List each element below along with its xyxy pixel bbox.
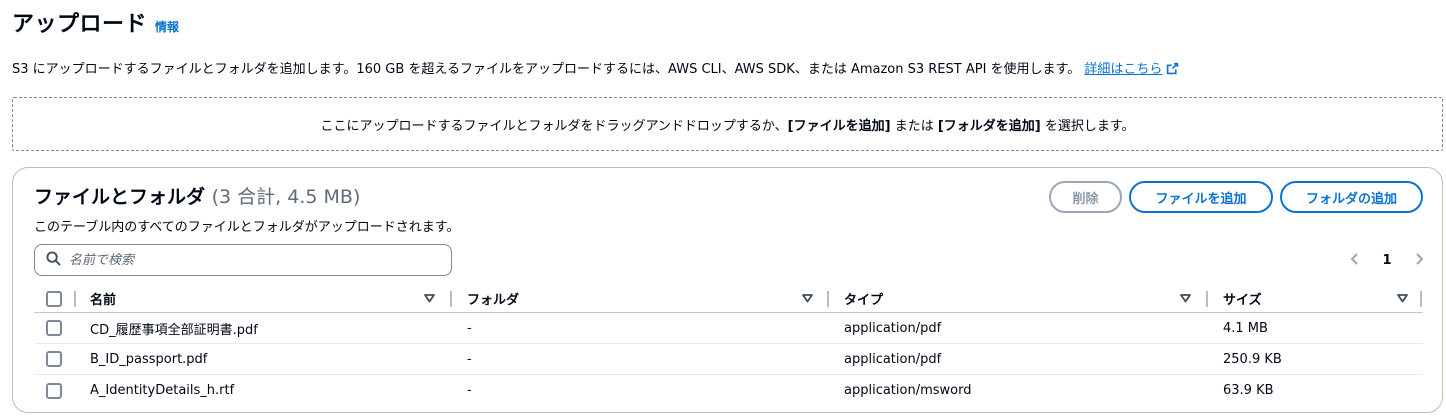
row-checkbox-cell	[46, 344, 64, 374]
sort-type-icon[interactable]	[1180, 285, 1191, 312]
column-separator[interactable]	[827, 291, 829, 307]
panel-title-text: ファイルとフォルダ	[34, 186, 206, 208]
column-separator[interactable]	[450, 291, 452, 307]
select-all-cell	[46, 285, 64, 312]
column-separator[interactable]	[1206, 291, 1208, 307]
row-checkbox-cell	[46, 375, 64, 406]
next-page-icon[interactable]	[1413, 251, 1425, 270]
file-size: 4.1 MB	[1223, 320, 1268, 336]
learn-more-label: 詳細はこちら	[1084, 62, 1163, 77]
page-header: アップロード 情報	[12, 6, 179, 38]
file-type: application/pdf	[844, 320, 942, 336]
file-type: application/pdf	[844, 351, 942, 367]
delete-button[interactable]: 削除	[1049, 181, 1122, 213]
add-files-button[interactable]: ファイルを追加	[1129, 181, 1273, 213]
column-separator[interactable]	[1420, 291, 1422, 307]
info-link[interactable]: 情報	[155, 18, 179, 35]
files-table: 名前 フォルダ タイプ サイズ CD_履歴事項全部証明書.pdf - appli…	[34, 285, 1423, 406]
dropzone-text-prefix: ここにアップロードするファイルとフォルダをドラッグアンドドロップするか、	[320, 118, 788, 134]
panel-subtitle: このテーブル内のすべてのファイルとフォルダがアップロードされます。	[34, 220, 460, 235]
file-size: 63.9 KB	[1223, 383, 1274, 398]
table-row[interactable]: CD_履歴事項全部証明書.pdf - application/pdf 4.1 M…	[34, 313, 1423, 344]
file-name: B_ID_passport.pdf	[90, 351, 208, 367]
pagination: 1	[1349, 250, 1425, 270]
search-field[interactable]	[34, 244, 452, 276]
learn-more-link[interactable]: 詳細はこちら	[1084, 62, 1179, 77]
file-folder: -	[467, 351, 472, 367]
search-input[interactable]	[69, 252, 429, 268]
row-checkbox[interactable]	[46, 382, 62, 399]
file-folder: -	[467, 383, 472, 398]
files-folders-panel: ファイルとフォルダ (3 合計, 4.5 MB) このテーブル内のすべてのファイ…	[12, 167, 1443, 413]
panel-title: ファイルとフォルダ (3 合計, 4.5 MB)	[34, 182, 360, 209]
sort-folder-icon[interactable]	[802, 285, 813, 312]
column-header-folder[interactable]: フォルダ	[467, 285, 519, 312]
file-folder: -	[467, 320, 472, 336]
column-header-name[interactable]: 名前	[90, 285, 116, 312]
dropzone-add-files: [ファイルを追加]	[787, 118, 891, 134]
file-size: 250.9 KB	[1223, 351, 1282, 367]
column-header-size[interactable]: サイズ	[1223, 285, 1262, 312]
file-name: A_IdentityDetails_h.rtf	[90, 383, 235, 398]
previous-page-icon[interactable]	[1349, 251, 1361, 270]
search-icon	[46, 250, 61, 270]
dropzone-text-suffix: を選択します。	[1040, 118, 1135, 134]
add-folder-button[interactable]: フォルダの追加	[1280, 181, 1423, 213]
external-link-icon	[1166, 62, 1179, 79]
dropzone-add-folder: [フォルダを追加]	[937, 118, 1041, 134]
current-page-number[interactable]: 1	[1382, 253, 1391, 268]
table-header-row: 名前 フォルダ タイプ サイズ	[34, 285, 1423, 313]
description-text: S3 にアップロードするファイルとフォルダを追加します。160 GB を超えるフ…	[12, 62, 1081, 77]
table-row[interactable]: A_IdentityDetails_h.rtf - application/ms…	[34, 375, 1423, 406]
row-checkbox[interactable]	[46, 351, 62, 367]
select-all-checkbox[interactable]	[46, 290, 62, 307]
table-row[interactable]: B_ID_passport.pdf - application/pdf 250.…	[34, 344, 1423, 375]
panel-count: (3 合計, 4.5 MB)	[211, 186, 361, 208]
row-checkbox-cell	[46, 313, 64, 343]
sort-size-icon[interactable]	[1397, 285, 1408, 312]
sort-name-icon[interactable]	[424, 285, 435, 312]
dropzone-text-middle: または	[890, 118, 938, 134]
column-header-type[interactable]: タイプ	[844, 285, 883, 312]
column-separator	[74, 291, 76, 307]
upload-description: S3 にアップロードするファイルとフォルダを追加します。160 GB を超えるフ…	[12, 58, 1179, 79]
row-checkbox[interactable]	[46, 320, 62, 336]
file-type: application/msword	[844, 383, 972, 398]
file-name: CD_履歴事項全部証明書.pdf	[90, 322, 258, 338]
drop-zone[interactable]: ここにアップロードするファイルとフォルダをドラッグアンドドロップするか、 [ファ…	[12, 97, 1443, 151]
page-title: アップロード	[12, 12, 148, 37]
